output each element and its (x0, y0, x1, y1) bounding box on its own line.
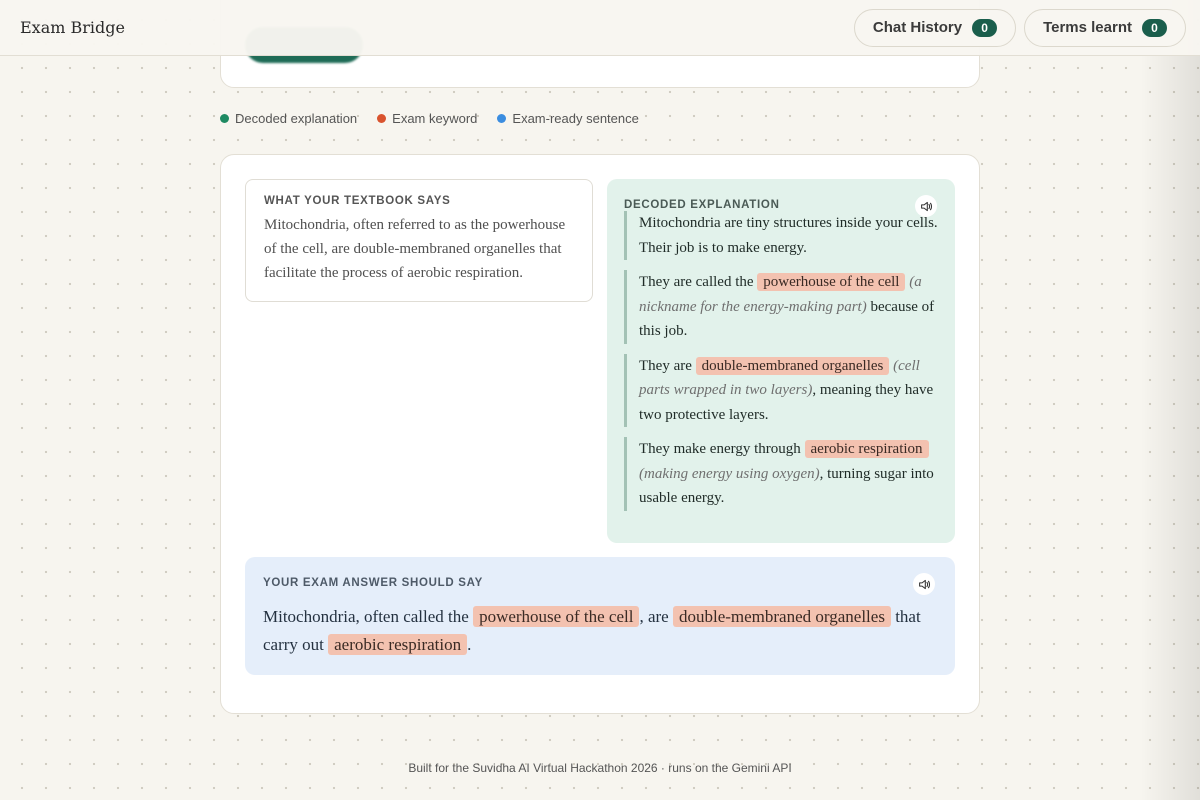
legend-item-decoded: Decoded explanation (220, 111, 357, 126)
exam-keyword[interactable]: powerhouse of the cell (473, 606, 640, 627)
legend-label-exam-sentence: Exam-ready sentence (512, 111, 639, 126)
chat-history-count-badge: 0 (972, 18, 998, 37)
textbook-heading: WHAT YOUR TEXTBOOK SAYS (264, 195, 451, 207)
speaker-icon (918, 579, 930, 589)
decoded-point: They are called the powerhouse of the ce… (624, 270, 938, 344)
legend-dot-decoded (220, 114, 229, 123)
terms-learnt-label: Terms learnt (1043, 19, 1132, 36)
decoded-point: Mitochondria are tiny structures inside … (624, 211, 938, 260)
speaker-icon (920, 201, 932, 211)
decoded-point-text: They are (639, 357, 692, 374)
exam-text: , are (639, 607, 669, 626)
legend-item-exam-sentence: Exam-ready sentence (497, 111, 639, 126)
legend: Decoded explanation Exam keyword Exam-re… (220, 111, 639, 126)
keyword-gloss: (making energy using oxygen) (639, 465, 820, 482)
decoded-heading: DECODED EXPLANATION (624, 199, 780, 211)
decoded-panel: DECODED EXPLANATION Mitochondria are tin… (607, 179, 955, 543)
exam-speaker-icon[interactable] (913, 573, 935, 595)
exam-keyword[interactable]: powerhouse of the cell (757, 273, 906, 291)
legend-dot-keyword (377, 114, 387, 123)
exam-answer-panel: YOUR EXAM ANSWER SHOULD SAY Mitochondria… (245, 557, 955, 675)
exam-text: . (467, 635, 472, 654)
chat-history-button[interactable]: Chat History 0 (853, 8, 1017, 47)
exam-keyword[interactable]: aerobic respiration (328, 634, 468, 655)
result-card: WHAT YOUR TEXTBOOK SAYS Mitochondria, of… (220, 154, 980, 714)
legend-dot-exam-sentence (497, 114, 507, 123)
terms-learnt-count-badge: 0 (1142, 18, 1167, 37)
textbook-text: Mitochondria, often referred to as the p… (264, 217, 566, 281)
textbook-panel: WHAT YOUR TEXTBOOK SAYS Mitochondria, of… (245, 179, 593, 302)
decoded-speaker-icon[interactable] (915, 195, 937, 217)
decoded-point-text: Mitochondria are tiny structures inside … (639, 215, 938, 256)
chat-history-label: Chat History (872, 19, 963, 36)
legend-label-keyword: Exam keyword (392, 111, 478, 126)
top-bar: Exam Bridge Chat History 0 Terms learnt … (0, 0, 1200, 56)
exam-text: Mitochondria, often called the (263, 607, 469, 626)
decoded-point-text: They are called the (639, 274, 754, 290)
decoded-point: They make energy through aerobic respira… (624, 437, 938, 511)
footer-text: Built for the Suvidha AI Virtual Hackath… (408, 761, 792, 775)
exam-answer-text: Mitochondria, often called the powerhous… (263, 603, 937, 659)
legend-label-decoded: Decoded explanation (235, 111, 358, 126)
exam-keyword[interactable]: aerobic respiration (804, 440, 929, 458)
decoded-point: They are double-membraned organelles (ce… (624, 353, 938, 427)
decoded-point-text: They make energy through (639, 441, 801, 457)
exam-heading: YOUR EXAM ANSWER SHOULD SAY (263, 577, 483, 589)
app-title[interactable]: Exam Bridge (20, 18, 125, 37)
top-nav: Chat History 0 Terms learnt 0 (853, 8, 1186, 47)
legend-item-keyword: Exam keyword (377, 111, 477, 126)
exam-keyword[interactable]: double-membraned organelles (672, 606, 891, 627)
terms-learnt-button[interactable]: Terms learnt 0 (1024, 8, 1186, 47)
scroll-shadow (1140, 0, 1200, 800)
exam-keyword[interactable]: double-membraned organelles (695, 356, 890, 375)
